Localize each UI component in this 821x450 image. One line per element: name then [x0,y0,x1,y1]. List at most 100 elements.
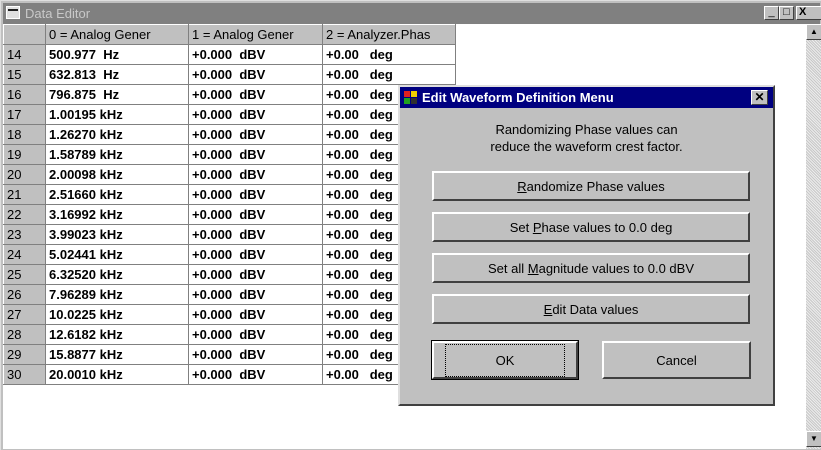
cell-frequency[interactable]: 5.02441 kHz [45,244,189,265]
grid-corner-header[interactable] [3,24,46,45]
table-row: 19 1.58789 kHz +0.000 dBV +0.00 deg [3,144,456,165]
cell-magnitude[interactable]: +0.000 dBV [188,144,323,165]
dialog-close-button[interactable]: ✕ [751,90,768,105]
cell-magnitude[interactable]: +0.000 dBV [188,344,323,365]
table-row: 26 7.96289 kHz +0.000 dBV +0.00 deg [3,284,456,305]
row-number[interactable]: 29 [3,344,46,365]
minimize-button[interactable]: _ [764,6,779,20]
cell-frequency[interactable]: 3.16992 kHz [45,204,189,225]
cell-frequency[interactable]: 7.96289 kHz [45,284,189,305]
ok-button[interactable]: OK [431,340,579,380]
grid-header-row: 0 = Analog Gener 1 = Analog Gener 2 = An… [3,24,456,45]
cell-frequency[interactable]: 6.32520 kHz [45,264,189,285]
cell-frequency[interactable]: 796.875 Hz [45,84,189,105]
table-row: 20 2.00098 kHz +0.000 dBV +0.00 deg [3,164,456,185]
set-magnitude-zero-button[interactable]: Set all Magnitude values to 0.0 dBV [432,253,750,283]
table-row: 25 6.32520 kHz +0.000 dBV +0.00 deg [3,264,456,285]
row-number[interactable]: 30 [3,364,46,385]
table-row: 30 20.0010 kHz +0.000 dBV +0.00 deg [3,364,456,385]
cell-magnitude[interactable]: +0.000 dBV [188,164,323,185]
cell-magnitude[interactable]: +0.000 dBV [188,84,323,105]
row-number[interactable]: 20 [3,164,46,185]
row-number[interactable]: 23 [3,224,46,245]
cell-magnitude[interactable]: +0.000 dBV [188,44,323,65]
cell-frequency[interactable]: 12.6182 kHz [45,324,189,345]
cell-magnitude[interactable]: +0.000 dBV [188,184,323,205]
row-number[interactable]: 28 [3,324,46,345]
cell-magnitude[interactable]: +0.000 dBV [188,244,323,265]
row-number[interactable]: 17 [3,104,46,125]
cell-magnitude[interactable]: +0.000 dBV [188,264,323,285]
cell-magnitude[interactable]: +0.000 dBV [188,124,323,145]
row-number[interactable]: 25 [3,264,46,285]
cell-frequency[interactable]: 500.977 Hz [45,44,189,65]
column-header-2[interactable]: 2 = Analyzer.Phas [322,24,456,45]
table-row: 14 500.977 Hz +0.000 dBV +0.00 deg [3,44,456,65]
app-icon [404,91,417,104]
data-editor-window: Data Editor _ □ X 0 = Analog Gener 1 = A… [0,0,821,450]
row-number[interactable]: 26 [3,284,46,305]
cell-frequency[interactable]: 15.8877 kHz [45,344,189,365]
randomize-phase-button[interactable]: Randomize Phase values [432,171,750,201]
data-grid: 0 = Analog Gener 1 = Analog Gener 2 = An… [3,24,456,385]
set-phase-zero-label: Set Phase values to 0.0 deg [509,219,673,235]
table-row: 18 1.26270 kHz +0.000 dBV +0.00 deg [3,124,456,145]
window-titlebar[interactable]: Data Editor _ □ X [3,3,821,24]
ok-button-label: OK [444,343,566,377]
row-number[interactable]: 16 [3,84,46,105]
cell-magnitude[interactable]: +0.000 dBV [188,364,323,385]
window-title: Data Editor [25,6,91,21]
cell-frequency[interactable]: 20.0010 kHz [45,364,189,385]
table-row: 29 15.8877 kHz +0.000 dBV +0.00 deg [3,344,456,365]
cell-phase[interactable]: +0.00 deg [322,44,456,65]
cell-magnitude[interactable]: +0.000 dBV [188,64,323,85]
cell-frequency[interactable]: 10.0225 kHz [45,304,189,325]
row-number[interactable]: 14 [3,44,46,65]
cell-frequency[interactable]: 1.00195 kHz [45,104,189,125]
set-phase-zero-button[interactable]: Set Phase values to 0.0 deg [432,212,750,242]
cell-magnitude[interactable]: +0.000 dBV [188,284,323,305]
row-number[interactable]: 22 [3,204,46,225]
maximize-button[interactable]: □ [779,6,794,20]
cell-frequency[interactable]: 1.58789 kHz [45,144,189,165]
cell-phase[interactable]: +0.00 deg [322,64,456,85]
scroll-up-button[interactable]: ▲ [806,24,821,40]
row-number[interactable]: 18 [3,124,46,145]
cell-magnitude[interactable]: +0.000 dBV [188,204,323,225]
row-number[interactable]: 27 [3,304,46,325]
table-row: 15 632.813 Hz +0.000 dBV +0.00 deg [3,64,456,85]
cell-frequency[interactable]: 3.99023 kHz [45,224,189,245]
edit-data-values-button[interactable]: Edit Data values [432,294,750,324]
table-row: 27 10.0225 kHz +0.000 dBV +0.00 deg [3,304,456,325]
table-row: 16 796.875 Hz +0.000 dBV +0.00 deg [3,84,456,105]
table-row: 22 3.16992 kHz +0.000 dBV +0.00 deg [3,204,456,225]
close-button[interactable]: X [796,6,821,20]
edit-waveform-dialog: Edit Waveform Definition Menu ✕ Randomiz… [398,85,775,406]
cell-frequency[interactable]: 2.00098 kHz [45,164,189,185]
column-header-1[interactable]: 1 = Analog Gener [188,24,323,45]
cell-magnitude[interactable]: +0.000 dBV [188,324,323,345]
cell-frequency[interactable]: 1.26270 kHz [45,124,189,145]
randomize-phase-label: Randomize Phase values [517,178,665,194]
row-number[interactable]: 19 [3,144,46,165]
system-menu-icon[interactable] [6,6,20,19]
dialog-message-line2: reduce the waveform crest factor. [490,139,683,154]
cell-frequency[interactable]: 632.813 Hz [45,64,189,85]
table-row: 23 3.99023 kHz +0.000 dBV +0.00 deg [3,224,456,245]
scroll-down-button[interactable]: ▼ [806,431,821,447]
row-number[interactable]: 24 [3,244,46,265]
cell-magnitude[interactable]: +0.000 dBV [188,304,323,325]
row-number[interactable]: 21 [3,184,46,205]
edit-data-values-label: Edit Data values [543,301,639,317]
dialog-message: Randomizing Phase values can reduce the … [400,121,773,155]
column-header-0[interactable]: 0 = Analog Gener [45,24,189,45]
vertical-scrollbar[interactable]: ▲ ▼ [806,24,821,449]
dialog-titlebar[interactable]: Edit Waveform Definition Menu ✕ [400,87,773,108]
cell-magnitude[interactable]: +0.000 dBV [188,224,323,245]
cancel-button[interactable]: Cancel [602,341,751,379]
dialog-title: Edit Waveform Definition Menu [422,90,614,105]
cell-frequency[interactable]: 2.51660 kHz [45,184,189,205]
row-number[interactable]: 15 [3,64,46,85]
table-row: 28 12.6182 kHz +0.000 dBV +0.00 deg [3,324,456,345]
cell-magnitude[interactable]: +0.000 dBV [188,104,323,125]
